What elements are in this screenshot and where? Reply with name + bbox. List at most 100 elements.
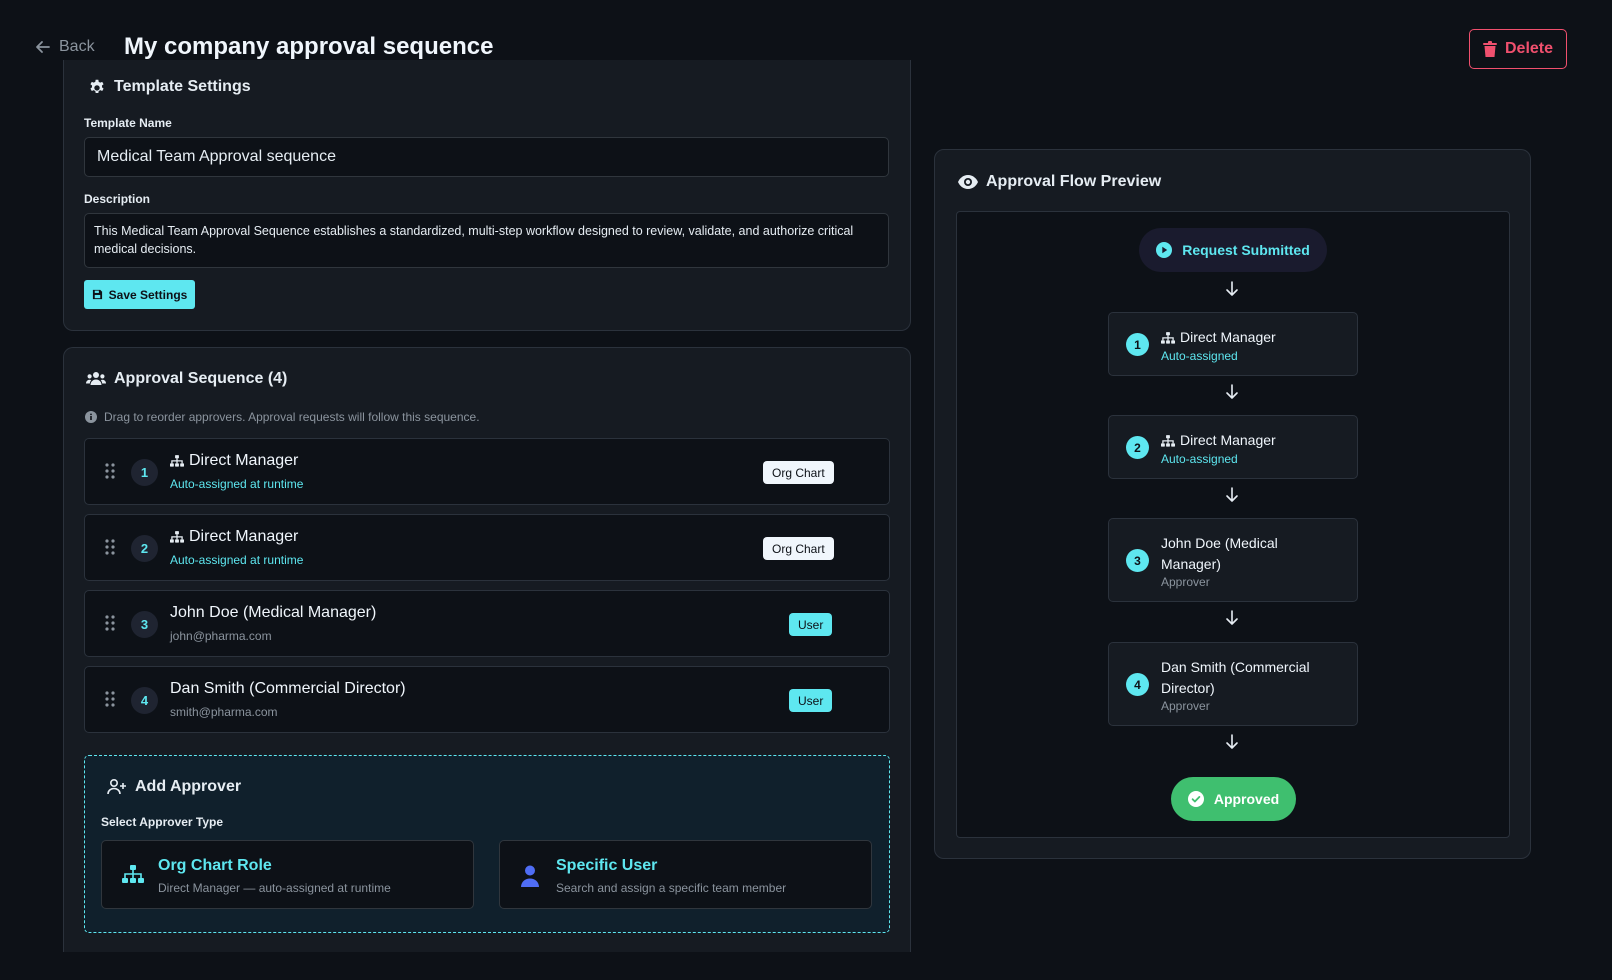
flow-step-name-text: Dan Smith (Commercial Director) [1161,659,1310,696]
flow-step: 1 Direct Manager Auto-assigned [1108,312,1358,376]
sitemap-icon [122,865,144,883]
approver-name: Direct Manager [170,452,298,470]
flow-step-name: John Doe (Medical Manager) [1161,533,1341,575]
flow-step-name: Direct Manager [1161,430,1341,454]
drag-handle-icon[interactable] [105,539,115,555]
approver-type-badge: Org Chart [763,461,834,484]
flow-step-number: 3 [1126,549,1149,572]
approver-row[interactable]: 1 Direct Manager Auto-assigned at runtime O… [84,438,890,505]
approver-row[interactable]: 2 Direct Manager Auto-assigned at runtime O… [84,514,890,581]
sitemap-icon [1161,332,1175,344]
info-icon [85,411,97,423]
user-plus-icon [107,779,126,795]
flow-step-number: 2 [1126,436,1149,459]
drag-handle-icon[interactable] [105,463,115,479]
drag-handle-icon[interactable] [105,615,115,631]
approver-subtitle: john@pharma.com [170,629,272,643]
floppy-disk-icon [92,289,102,300]
flow-step-name: Dan Smith (Commercial Director) [1161,657,1341,699]
save-settings-label: Save Settings [108,287,188,302]
arrow-down-icon [1226,487,1238,502]
request-submitted-node: Request Submitted [1139,228,1327,272]
flow-step-name-text: Direct Manager [1180,329,1276,345]
approval-flow-preview-label: Approval Flow Preview [986,173,1162,190]
approval-sequence-label: Approval Sequence (4) [114,370,288,387]
approver-row[interactable]: 3 John Doe (Medical Manager) john@pharma.c… [84,590,890,657]
arrow-down-icon [1226,281,1238,296]
approver-subtitle: Auto-assigned at runtime [170,553,304,567]
approver-name-text: John Doe (Medical Manager) [170,604,377,621]
flow-step-name: Direct Manager [1161,327,1341,351]
description-label: Description [84,192,151,206]
flow-step-subtitle: Auto-assigned [1161,452,1238,466]
reorder-hint: Drag to reorder approvers. Approval requ… [85,410,480,424]
flow-step-subtitle: Approver [1161,699,1210,713]
flow-step: 2 Direct Manager Auto-assigned [1108,415,1358,479]
approval-sequence-title: Approval Sequence (4) [86,370,287,388]
delete-label: Delete [1504,40,1554,57]
drag-handle[interactable] [105,539,115,560]
delete-button[interactable]: Delete [1469,29,1567,69]
play-circle-icon [1156,242,1173,258]
flow-step-name-text: Direct Manager [1180,432,1276,448]
users-icon [86,372,106,385]
approval-flow-preview-title: Approval Flow Preview [958,173,1161,191]
drag-handle[interactable] [105,615,115,636]
approver-type-badge: User [789,613,833,636]
specific-user-option[interactable]: Specific User Search and assign a specif… [499,840,872,909]
specific-user-title: Specific User [556,857,658,874]
eye-icon [958,175,978,189]
drag-handle-icon[interactable] [105,691,115,707]
save-settings-button[interactable]: Save Settings [84,280,195,309]
approver-type-label: Select Approver Type [101,815,224,829]
approver-order-number: 3 [131,611,158,638]
approver-row[interactable]: 4 Dan Smith (Commercial Director) smith@ph… [84,666,890,733]
drag-handle[interactable] [105,463,115,484]
flow-step: 3 John Doe (Medical Manager) Approver [1108,518,1358,602]
flow-step-number: 1 [1126,333,1149,356]
approver-order-number: 1 [131,459,158,486]
approver-subtitle: Auto-assigned at runtime [170,477,304,491]
approver-subtitle: smith@pharma.com [170,705,278,719]
add-approver-panel: Add Approver Select Approver Type Org Ch… [84,755,890,933]
flow-step-subtitle: Approver [1161,575,1210,589]
approver-name-text: Direct Manager [189,452,299,469]
template-settings-title: Template Settings [88,78,251,96]
flow-step-name-text: John Doe (Medical Manager) [1161,535,1278,572]
flow-step-number: 4 [1126,673,1149,696]
reorder-hint-text: Drag to reorder approvers. Approval requ… [104,410,480,424]
template-name-label: Template Name [84,116,172,130]
arrow-down-icon [1226,734,1238,749]
sitemap-icon [170,530,184,543]
specific-user-subtitle: Search and assign a specific team member [556,881,787,895]
org-chart-role-subtitle: Direct Manager — auto-assigned at runtim… [158,881,391,895]
back-label: Back [59,38,95,55]
flow-step: 4 Dan Smith (Commercial Director) Approver [1108,642,1358,726]
approver-name-text: Direct Manager [189,528,299,545]
drag-handle[interactable] [105,691,115,712]
approver-name-text: Dan Smith (Commercial Director) [170,680,406,697]
org-chart-role-title: Org Chart Role [158,857,272,874]
user-icon [521,865,539,887]
org-chart-role-option[interactable]: Org Chart Role Direct Manager — auto-ass… [101,840,474,909]
approved-node: Approved [1171,777,1296,821]
approver-order-number: 2 [131,535,158,562]
back-button[interactable]: Back [35,38,95,56]
arrow-down-icon [1226,384,1238,399]
page-title: My company approval sequence [124,33,494,60]
approver-order-number: 4 [131,687,158,714]
approval-sequence-card: Approval Sequence (4) Drag to reorder ap… [63,347,911,952]
request-submitted-label: Request Submitted [1182,242,1310,258]
template-settings-label: Template Settings [114,78,251,95]
flow-step-subtitle: Auto-assigned [1161,349,1238,363]
description-textarea[interactable]: This Medical Team Approval Sequence esta… [84,213,889,268]
approval-flow-preview-card: Approval Flow Preview Request Submitted … [934,149,1531,859]
approver-name: John Doe (Medical Manager) [170,604,376,622]
approver-name: Direct Manager [170,528,298,546]
template-name-input[interactable] [84,137,889,177]
add-approver-title: Add Approver [107,778,241,796]
approver-type-badge: User [789,689,833,712]
approved-label: Approved [1213,791,1280,807]
trash-icon [1482,41,1497,57]
arrow-left-icon [36,41,50,53]
